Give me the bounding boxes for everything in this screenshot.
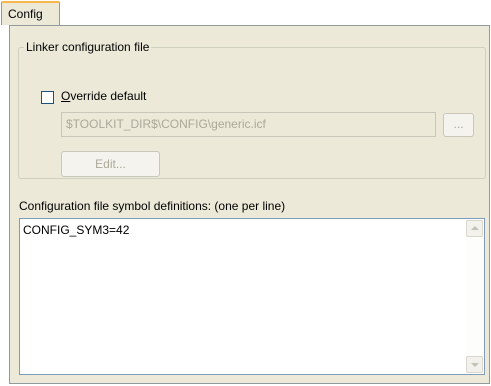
linker-config-group-title: Linker configuration file <box>24 40 152 54</box>
tab-config-label: Config <box>8 7 43 21</box>
override-default-label[interactable]: Override default <box>61 89 146 103</box>
scroll-up-button[interactable] <box>466 220 483 237</box>
symbol-definitions-textarea[interactable]: CONFIG_SYM3=42 <box>19 218 485 375</box>
symbol-definitions-text[interactable]: CONFIG_SYM3=42 <box>20 219 467 374</box>
symbol-definitions-label: Configuration file symbol definitions: (… <box>19 199 286 213</box>
scroll-down-arrow-icon <box>471 363 479 367</box>
tab-config[interactable]: Config <box>1 1 60 25</box>
edit-button[interactable]: Edit... <box>61 151 160 177</box>
scroll-down-button[interactable] <box>466 356 483 373</box>
vertical-scrollbar[interactable] <box>466 220 483 373</box>
scroll-up-arrow-icon <box>471 226 479 230</box>
config-file-path-field[interactable]: $TOOLKIT_DIR$\CONFIG\generic.icf <box>61 112 436 137</box>
browse-button[interactable]: ... <box>443 113 474 137</box>
override-default-label-rest: verride default <box>70 89 147 103</box>
override-default-checkbox[interactable] <box>41 91 54 104</box>
